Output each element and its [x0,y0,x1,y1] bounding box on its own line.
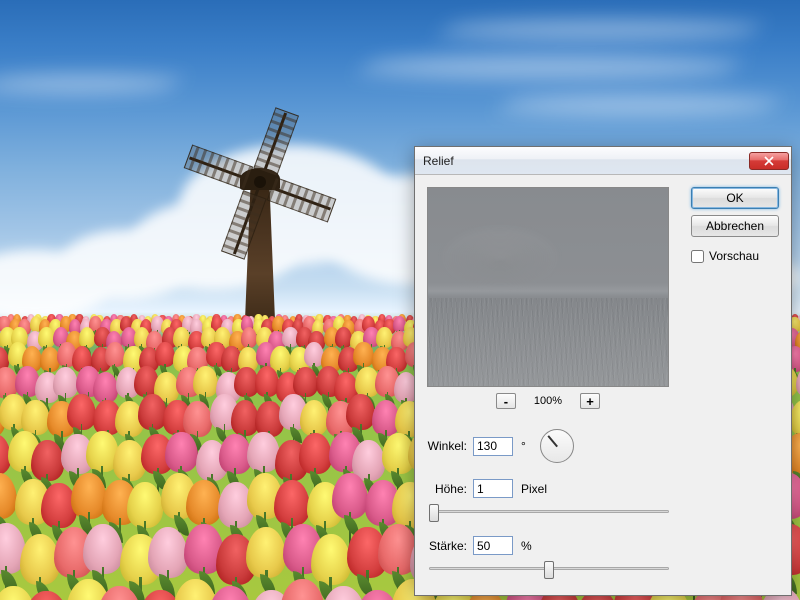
background-image: Relief - 100% + Winkel: ° [0,0,800,600]
cancel-button[interactable]: Abbrechen [691,215,779,237]
angle-dial[interactable] [540,429,574,463]
ok-button[interactable]: OK [691,187,779,209]
close-icon [764,156,774,166]
strength-slider[interactable] [429,561,669,577]
strength-input[interactable] [473,536,513,555]
preview-checkbox-label: Vorschau [709,249,759,263]
relief-dialog: Relief - 100% + Winkel: ° [414,146,792,596]
close-button[interactable] [749,152,789,170]
zoom-value: 100% [534,395,562,407]
preview-image [428,188,668,386]
angle-label: Winkel: [427,439,467,453]
angle-input[interactable] [473,437,513,456]
preview-checkbox[interactable] [691,250,704,263]
zoom-in-button[interactable]: + [580,393,600,409]
strength-label: Stärke: [427,539,467,553]
angle-needle [547,436,557,448]
titlebar[interactable]: Relief [415,147,791,175]
height-label: Höhe: [427,482,467,496]
dialog-title: Relief [423,154,749,168]
preview-box[interactable] [427,187,669,387]
height-input[interactable] [473,479,513,498]
angle-unit: ° [521,439,526,453]
strength-unit: % [521,539,532,553]
zoom-out-button[interactable]: - [496,393,516,409]
windmill [200,120,320,330]
height-unit: Pixel [521,482,547,496]
height-slider[interactable] [429,504,669,520]
